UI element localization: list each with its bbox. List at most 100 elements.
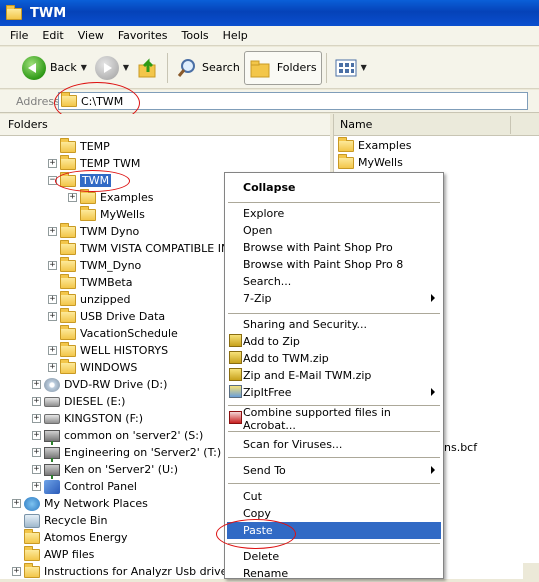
- tree-item[interactable]: + DIESEL (E:): [32, 393, 125, 410]
- address-label: Address: [16, 94, 60, 108]
- search-button[interactable]: Search: [172, 51, 244, 85]
- menu-item-send-to[interactable]: Send To: [227, 462, 441, 479]
- menu-item-copy[interactable]: Copy: [227, 505, 441, 522]
- menu-tools[interactable]: Tools: [175, 29, 216, 42]
- menu-item-add-to-twm-zip[interactable]: Add to TWM.zip: [227, 350, 441, 367]
- menu-item-search[interactable]: Search...: [227, 273, 441, 290]
- expand-icon[interactable]: +: [32, 380, 41, 389]
- chevron-down-icon[interactable]: ▼: [361, 63, 367, 72]
- expand-icon[interactable]: +: [32, 431, 41, 440]
- folders-button[interactable]: Folders: [243, 50, 322, 85]
- tree-item[interactable]: MyWells: [80, 205, 145, 223]
- expand-icon[interactable]: +: [32, 482, 41, 491]
- expand-icon[interactable]: +: [48, 363, 57, 372]
- list-item[interactable]: ns.bcf: [444, 439, 477, 456]
- expand-icon[interactable]: +: [48, 312, 57, 321]
- tree-item[interactable]: + WELL HISTORYS: [48, 341, 168, 359]
- menu-item-collapse[interactable]: Collapse: [227, 179, 441, 196]
- tree-item[interactable]: + TEMP TWM: [48, 154, 140, 172]
- expand-icon[interactable]: +: [32, 465, 41, 474]
- expand-icon[interactable]: +: [12, 499, 21, 508]
- back-button[interactable]: Back ▼: [18, 51, 91, 85]
- tree-item[interactable]: + TWM Dyno: [48, 222, 139, 240]
- list-item[interactable]: MyWells: [338, 153, 403, 171]
- title-bar: TWM: [0, 0, 539, 26]
- tree-item[interactable]: + Examples: [68, 188, 154, 206]
- tree-item[interactable]: TWMBeta: [60, 273, 133, 291]
- menu-file[interactable]: File: [3, 29, 35, 42]
- expand-icon[interactable]: +: [48, 159, 57, 168]
- list-item-label: MyWells: [358, 156, 403, 169]
- menu-separator: [228, 313, 440, 314]
- menu-item-open[interactable]: Open: [227, 222, 441, 239]
- menu-item-explore[interactable]: Explore: [227, 205, 441, 222]
- tree-item[interactable]: + unzipped: [48, 290, 131, 308]
- menu-item-label: Send To: [243, 464, 286, 477]
- tree-item[interactable]: Atomos Energy: [24, 528, 128, 546]
- tree-item-label: unzipped: [80, 293, 131, 306]
- menu-item-delete[interactable]: Delete: [227, 548, 441, 565]
- menu-item-scan-for-viruses[interactable]: Scan for Viruses...: [227, 436, 441, 453]
- folder-icon: [80, 205, 96, 221]
- expand-icon[interactable]: +: [32, 397, 41, 406]
- menu-edit[interactable]: Edit: [35, 29, 70, 42]
- menu-item-browse-with-paint-shop-pro[interactable]: Browse with Paint Shop Pro: [227, 239, 441, 256]
- menu-item-sharing-and-security[interactable]: Sharing and Security...: [227, 316, 441, 333]
- expand-icon[interactable]: +: [12, 567, 21, 576]
- tree-item[interactable]: + DVD-RW Drive (D:): [32, 376, 167, 393]
- tree-item[interactable]: + KINGSTON (F:): [32, 410, 143, 427]
- chevron-down-icon[interactable]: ▼: [81, 63, 87, 72]
- tree-item-label: TWMBeta: [80, 276, 133, 289]
- chevron-down-icon[interactable]: ▼: [123, 63, 129, 72]
- tree-item-label: Examples: [100, 191, 154, 204]
- expand-icon[interactable]: +: [48, 346, 57, 355]
- tree-item[interactable]: − TWM: [48, 171, 112, 189]
- tree-item[interactable]: + common on 'server2' (S:): [32, 427, 203, 445]
- toolbar-separator: [325, 52, 327, 83]
- expand-icon[interactable]: +: [48, 295, 57, 304]
- tree-item[interactable]: + Engineering on 'Server2' (T:): [32, 444, 221, 462]
- menu-favorites[interactable]: Favorites: [111, 29, 175, 42]
- tree-item[interactable]: + Instructions for Analyzr Usb driverslat: [12, 562, 252, 579]
- expand-icon[interactable]: +: [48, 261, 57, 270]
- up-folder-button[interactable]: [133, 51, 163, 85]
- tree-item[interactable]: + Control Panel: [32, 478, 137, 495]
- forward-button[interactable]: ▼: [91, 51, 133, 85]
- menu-item-label: Browse with Paint Shop Pro 8: [243, 258, 404, 271]
- menu-help[interactable]: Help: [216, 29, 255, 42]
- menu-item-zip-and-e-mail-twm-zip[interactable]: Zip and E-Mail TWM.zip: [227, 367, 441, 384]
- expand-icon[interactable]: +: [32, 448, 41, 457]
- expand-icon[interactable]: +: [68, 193, 77, 202]
- menu-item-rename[interactable]: Rename: [227, 565, 441, 582]
- list-item[interactable]: Examples: [338, 136, 411, 154]
- tree-item[interactable]: TEMP: [60, 137, 110, 155]
- tree-item[interactable]: + My Network Places: [12, 495, 148, 512]
- collapse-icon[interactable]: −: [48, 176, 57, 185]
- menu-item-browse-with-paint-shop-pro-8[interactable]: Browse with Paint Shop Pro 8: [227, 256, 441, 273]
- tree-item[interactable]: VacationSchedule: [60, 324, 178, 342]
- name-column-header[interactable]: Name: [334, 114, 539, 136]
- expand-icon[interactable]: +: [48, 227, 57, 236]
- tree-item[interactable]: AWP files: [24, 545, 94, 563]
- address-field[interactable]: C:\TWM: [58, 92, 528, 110]
- address-value[interactable]: C:\TWM: [81, 95, 123, 108]
- tree-item[interactable]: + USB Drive Data: [48, 307, 165, 325]
- folder-icon: [24, 562, 40, 578]
- menu-item-paste[interactable]: Paste: [227, 522, 441, 539]
- expand-icon[interactable]: +: [32, 414, 41, 423]
- menu-view[interactable]: View: [71, 29, 111, 42]
- tree-item[interactable]: + TWM_Dyno: [48, 256, 141, 274]
- menu-item-combine-supported-files-in-acrobat[interactable]: Combine supported files in Acrobat...: [227, 406, 441, 432]
- menu-item-cut[interactable]: Cut: [227, 488, 441, 505]
- tree-item[interactable]: + Ken on 'Server2' (U:): [32, 461, 178, 479]
- tree-item[interactable]: Recycle Bin: [24, 512, 107, 529]
- column-divider[interactable]: [510, 116, 511, 134]
- folder-icon: [60, 290, 76, 306]
- tree-item[interactable]: + WINDOWS: [48, 358, 137, 376]
- folder-icon: [60, 273, 76, 289]
- menu-item-add-to-zip[interactable]: Add to Zip: [227, 333, 441, 350]
- menu-item-zipitfree[interactable]: ZipItFree: [227, 384, 441, 401]
- views-button[interactable]: ▼: [331, 51, 371, 85]
- tree-item[interactable]: TWM VISTA COMPATIBLE INS: [60, 239, 236, 257]
- menu-item-7-zip[interactable]: 7-Zip: [227, 290, 441, 307]
